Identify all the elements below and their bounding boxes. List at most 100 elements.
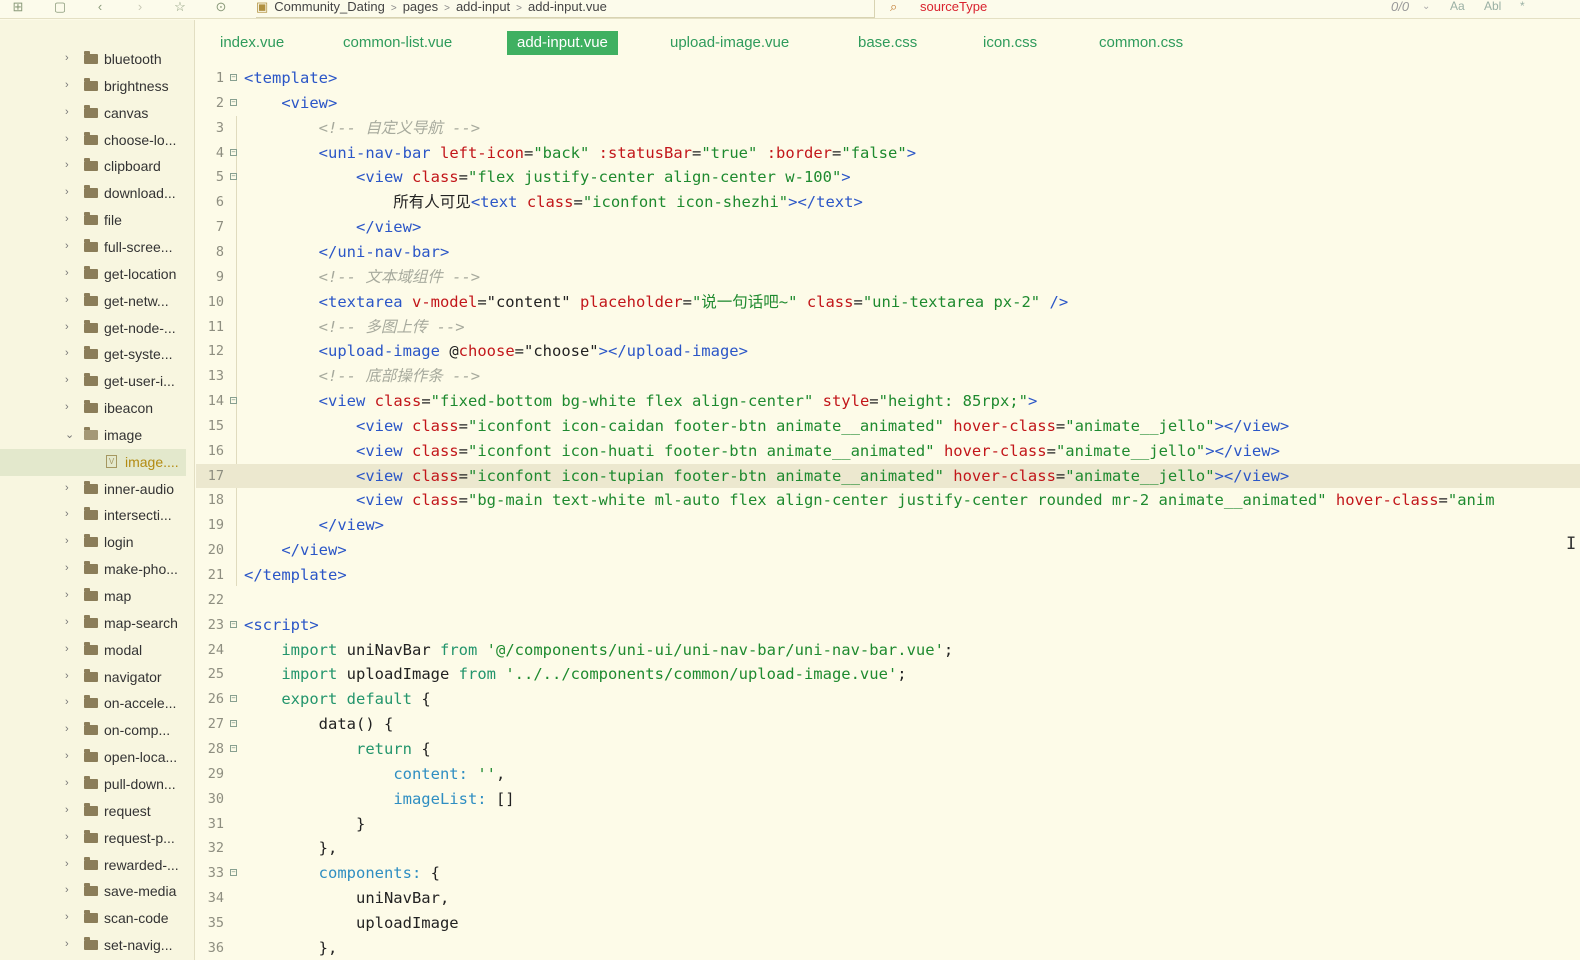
tree-folder-item[interactable]: › on-accele... xyxy=(0,690,186,717)
code-line[interactable]: 9 <!-- 文本域组件 --> xyxy=(196,265,1580,290)
tree-folder-item[interactable]: › canvas xyxy=(0,100,186,127)
tree-folder-item[interactable]: › map xyxy=(0,583,186,610)
tree-folder-item[interactable]: › bluetooth xyxy=(0,46,186,73)
code-line[interactable]: 20 </view> xyxy=(196,538,1580,563)
whole-word-toggle[interactable]: Abl xyxy=(1484,0,1501,13)
code-line[interactable]: 27− data() { xyxy=(196,712,1580,737)
tree-folder-item[interactable]: › intersecti... xyxy=(0,502,186,529)
tree-folder-item[interactable]: › choose-lo... xyxy=(0,127,186,154)
favorite-star-icon[interactable]: ☆ xyxy=(172,0,188,16)
tree-folder-item[interactable]: › login xyxy=(0,529,186,556)
chevron-right-icon[interactable]: › xyxy=(65,616,69,628)
code-line[interactable]: 21 </template> xyxy=(196,563,1580,588)
chevron-right-icon[interactable]: › xyxy=(65,213,69,225)
code-line[interactable]: 16 <view class="iconfont icon-huati foot… xyxy=(196,439,1580,464)
chevron-right-icon[interactable]: › xyxy=(65,321,69,333)
tree-folder-item[interactable]: › get-netw... xyxy=(0,288,186,315)
fold-toggle-icon[interactable]: − xyxy=(230,74,237,81)
code-line[interactable]: 15 <view class="iconfont icon-caidan foo… xyxy=(196,414,1580,439)
code-line[interactable]: 13 <!-- 底部操作条 --> xyxy=(196,364,1580,389)
tree-folder-item[interactable]: › clipboard xyxy=(0,153,186,180)
code-line[interactable]: 31 } xyxy=(196,812,1580,837)
tree-folder-item[interactable]: › rewarded-... xyxy=(0,852,186,879)
chevron-right-icon[interactable]: › xyxy=(65,347,69,359)
tree-folder-item[interactable]: › set-navig... xyxy=(0,932,186,959)
code-line[interactable]: 29 content: '', xyxy=(196,762,1580,787)
code-line[interactable]: 14− <view class="fixed-bottom bg-white f… xyxy=(196,389,1580,414)
fold-toggle-icon[interactable]: − xyxy=(230,173,237,181)
search-input[interactable]: sourceType xyxy=(920,0,987,13)
code-line[interactable]: 24 import uniNavBar from '@/components/u… xyxy=(196,638,1580,663)
code-line[interactable]: 1− <template> xyxy=(196,66,1580,91)
tree-folder-item[interactable]: › pull-down... xyxy=(0,771,186,798)
chevron-right-icon[interactable]: › xyxy=(65,294,69,306)
tree-file-item[interactable]: Vimage.... xyxy=(0,448,186,476)
code-line[interactable]: 32 }, xyxy=(196,836,1580,861)
code-line[interactable]: 7 </view> xyxy=(196,215,1580,240)
chevron-right-icon[interactable]: › xyxy=(65,884,69,896)
chevron-right-icon[interactable]: › xyxy=(65,562,69,574)
chevron-right-icon[interactable]: › xyxy=(65,858,69,870)
chevron-right-icon[interactable]: › xyxy=(65,267,69,279)
code-line[interactable]: 19 </view> xyxy=(196,513,1580,538)
tree-folder-item[interactable]: › get-node-... xyxy=(0,315,186,342)
regex-toggle[interactable]: * xyxy=(1520,0,1525,13)
run-icon[interactable]: ⊙ xyxy=(213,0,229,16)
code-line[interactable]: 28− return { xyxy=(196,737,1580,762)
tree-folder-item[interactable]: › ibeacon xyxy=(0,395,186,422)
breadcrumb-item[interactable]: Community_Dating xyxy=(274,0,385,14)
chevron-right-icon[interactable]: › xyxy=(65,482,69,494)
fold-toggle-icon[interactable]: − xyxy=(230,397,237,405)
code-editor[interactable]: I 1− <template> 2− <view> 3 <!-- 自定义导航 --> 4… xyxy=(196,66,1580,960)
code-line[interactable]: 5− <view class="flex justify-center alig… xyxy=(196,165,1580,190)
chevron-right-icon[interactable]: › xyxy=(65,374,69,386)
editor-tab[interactable]: common.css xyxy=(1099,31,1183,55)
fold-toggle-icon[interactable]: − xyxy=(230,695,237,703)
chevron-right-icon[interactable]: › xyxy=(65,106,69,118)
tree-folder-item[interactable]: › save-media xyxy=(0,878,186,905)
chevron-right-icon[interactable]: › xyxy=(65,133,69,145)
tree-folder-item[interactable]: ⌄ image xyxy=(0,422,186,449)
fold-toggle-icon[interactable]: − xyxy=(230,620,237,628)
chevron-right-icon[interactable]: › xyxy=(65,911,69,923)
chevron-right-icon[interactable]: › xyxy=(65,696,69,708)
editor-tab[interactable]: icon.css xyxy=(983,31,1037,55)
tree-folder-item[interactable]: › download... xyxy=(0,180,186,207)
editor-tab[interactable]: common-list.vue xyxy=(343,31,452,55)
code-line[interactable]: 23− <script> xyxy=(196,613,1580,638)
fold-toggle-icon[interactable]: − xyxy=(230,98,237,106)
chevron-right-icon[interactable]: › xyxy=(65,52,69,64)
forward-arrow-icon[interactable]: › xyxy=(132,0,148,16)
back-arrow-icon[interactable]: ‹ xyxy=(92,0,108,16)
breadcrumb-item[interactable]: add-input.vue xyxy=(528,0,607,14)
chevron-right-icon[interactable]: › xyxy=(65,804,69,816)
chevron-right-icon[interactable]: › xyxy=(65,777,69,789)
chevron-right-icon[interactable]: › xyxy=(65,643,69,655)
tree-folder-item[interactable]: › get-syste... xyxy=(0,341,186,368)
fold-toggle-icon[interactable]: − xyxy=(230,744,237,752)
chevron-right-icon[interactable]: › xyxy=(65,508,69,520)
new-file-icon[interactable]: ⊞ xyxy=(10,0,26,16)
code-line[interactable]: 17 <view class="iconfont icon-tupian foo… xyxy=(196,463,1580,489)
tree-folder-item[interactable]: › inner-audio xyxy=(0,476,186,503)
chevron-right-icon[interactable]: › xyxy=(65,240,69,252)
chevron-right-icon[interactable]: › xyxy=(65,79,69,91)
code-line[interactable]: 4− <uni-nav-bar left-icon="back" :status… xyxy=(196,141,1580,166)
search-bar[interactable]: ⌕ sourceType 0/0 ⌄ Aa Abl * xyxy=(888,0,1580,17)
chevron-right-icon[interactable]: › xyxy=(65,938,69,950)
tree-folder-item[interactable]: › get-location xyxy=(0,261,186,288)
fold-toggle-icon[interactable]: − xyxy=(230,869,237,877)
chevron-right-icon[interactable]: › xyxy=(65,535,69,547)
editor-tab[interactable]: upload-image.vue xyxy=(670,31,789,55)
code-line[interactable]: 6 所有人可见<text class="iconfont icon-shezhi… xyxy=(196,190,1580,215)
code-line[interactable]: 30 imageList: [] xyxy=(196,787,1580,812)
tree-folder-item[interactable]: › on-comp... xyxy=(0,717,186,744)
tree-folder-item[interactable]: › open-loca... xyxy=(0,744,186,771)
chevron-right-icon[interactable]: › xyxy=(65,723,69,735)
tree-folder-item[interactable]: › request xyxy=(0,798,186,825)
tree-folder-item[interactable]: › request-p... xyxy=(0,825,186,852)
editor-tab[interactable]: base.css xyxy=(858,31,917,55)
code-line[interactable]: 33− components: { xyxy=(196,861,1580,886)
code-line[interactable]: 8 </uni-nav-bar> xyxy=(196,240,1580,265)
tree-folder-item[interactable]: › file xyxy=(0,207,186,234)
